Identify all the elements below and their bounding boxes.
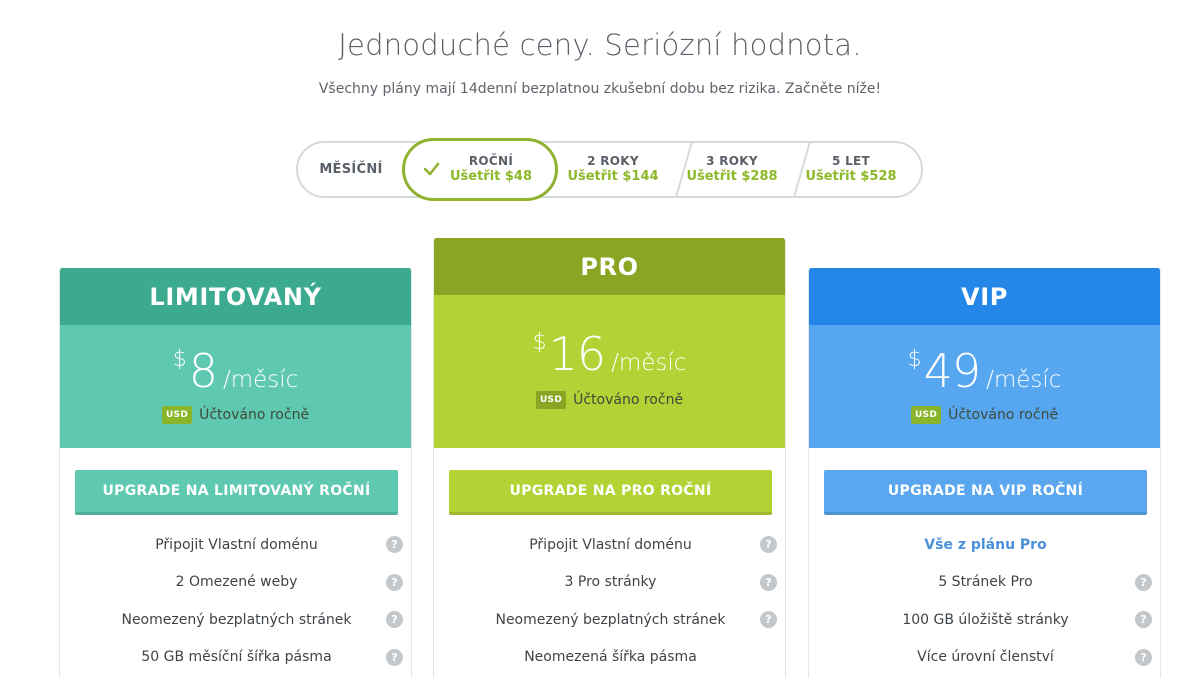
feature-text: Neomezený bezplatných stránek — [121, 611, 352, 628]
price-period: /měsíc — [986, 367, 1062, 393]
feature-text: 3 Pro stránky — [564, 574, 657, 591]
help-icon[interactable]: ? — [1135, 611, 1152, 628]
plan-price-box: $ 16 /měsíc USD Účtováno ročně — [434, 295, 785, 448]
price-period: /měsíc — [611, 350, 687, 376]
billing-option-saving: Ušetřit $48 — [449, 169, 533, 184]
billing-frequency: Účtováno ročně — [199, 407, 310, 423]
feature-text: Připojit Vlastní doménu — [529, 536, 692, 553]
price-period: /měsíc — [222, 367, 299, 393]
feature-item: 2 Omezené weby ? — [60, 564, 411, 602]
help-icon[interactable]: ? — [386, 536, 403, 553]
feature-item: Více úrovní členství ? — [809, 639, 1160, 677]
help-icon[interactable]: ? — [386, 573, 403, 591]
feature-item: Připojit Vlastní doménu ? — [434, 526, 785, 564]
plan-price: $ 49 /měsíc — [809, 341, 1160, 401]
feature-text: 5 Stránek Pro — [938, 574, 1033, 591]
plan-name: LIMITOVANÝ — [60, 268, 411, 325]
feature-text: 2 Omezené weby — [175, 574, 298, 591]
feature-text: 100 GB úložiště stránky — [902, 611, 1069, 628]
plan-name: VIP — [809, 268, 1160, 325]
help-icon[interactable]: ? — [1135, 648, 1152, 666]
billing-note: USD Účtováno ročně — [809, 406, 1160, 424]
feature-item: 5 Stránek Pro ? — [809, 564, 1160, 602]
billing-frequency: Účtováno ročně — [948, 407, 1059, 423]
currency-badge: USD — [910, 406, 942, 424]
feature-text: 50 GB měsíční šířka pásma — [141, 649, 332, 666]
billing-option-saving: Ušetřit $288 — [686, 169, 778, 184]
currency-badge: USD — [535, 391, 567, 409]
page-subtitle: Všechny plány mají 14denní bezplatnou zk… — [318, 81, 882, 97]
upgrade-vip-button[interactable]: UPGRADE NA VIP ROČNÍ — [824, 470, 1147, 515]
feature-list: Připojit Vlastní doménu ? 3 Pro stránky … — [434, 526, 785, 677]
billing-option-saving: Ušetřit $528 — [805, 169, 897, 184]
feature-text: Více úrovní členství — [917, 649, 1054, 666]
feature-item: Připojit Vlastní doménu ? — [60, 526, 411, 564]
help-icon[interactable]: ? — [386, 611, 403, 628]
currency-symbol: $ — [172, 347, 187, 372]
billing-note: USD Účtováno ročně — [434, 391, 785, 409]
billing-period-toggle: MĚSÍČNÍ 2 ROKY Ušetřit $144 3 ROKY Ušetř… — [296, 138, 923, 201]
price-amount: 8 — [188, 344, 218, 398]
plan-price-box: $ 8 /měsíc USD Účtováno ročně — [60, 325, 411, 448]
billing-option-saving: Ušetřit $144 — [567, 169, 659, 184]
upgrade-limited-button[interactable]: UPGRADE NA LIMITOVANÝ ROČNÍ — [75, 470, 398, 515]
pricing-page: Jednoduché ceny. Seriózní hodnota. Všech… — [0, 0, 1200, 678]
currency-symbol: $ — [532, 330, 547, 355]
billing-option-label: 3 ROKY — [706, 154, 758, 168]
plan-card-pro: PRO $ 16 /měsíc USD Účtováno ročně UPGRA… — [433, 238, 786, 678]
billing-option-yearly-selected[interactable]: ROČNÍ Ušetřit $48 — [402, 138, 558, 201]
feature-text: Připojit Vlastní doménu — [155, 536, 318, 553]
help-icon[interactable]: ? — [760, 611, 777, 628]
check-icon — [423, 162, 440, 176]
help-icon[interactable]: ? — [760, 536, 777, 553]
page-title: Jednoduché ceny. Seriózní hodnota. — [338, 28, 862, 62]
billing-note: USD Účtováno ročně — [60, 406, 411, 424]
feature-text: Neomezená šířka pásma — [524, 649, 697, 666]
currency-badge: USD — [161, 406, 193, 424]
plan-name: PRO — [434, 238, 785, 295]
plan-price-box: $ 49 /měsíc USD Účtováno ročně — [809, 325, 1160, 448]
feature-list: Připojit Vlastní doménu ? 2 Omezené weby… — [60, 526, 411, 677]
upgrade-pro-button[interactable]: UPGRADE NA PRO ROČNÍ — [449, 470, 772, 515]
plan-price: $ 8 /měsíc — [60, 341, 411, 401]
feature-item: Neomezená šířka pásma — [434, 639, 785, 677]
billing-option-label: 2 ROKY — [587, 154, 639, 168]
feature-item: 3 Pro stránky ? — [434, 564, 785, 602]
help-icon[interactable]: ? — [386, 648, 403, 666]
feature-text: Neomezený bezplatných stránek — [495, 611, 726, 628]
help-icon[interactable]: ? — [1135, 573, 1152, 591]
billing-option-2-years[interactable]: 2 ROKY Ušetřit $144 — [554, 143, 672, 196]
price-amount: 49 — [923, 344, 982, 398]
plan-card-vip: VIP $ 49 /měsíc USD Účtováno ročně UPGRA… — [808, 268, 1161, 678]
plan-card-limited: LIMITOVANÝ $ 8 /měsíc USD Účtováno ročně… — [59, 268, 412, 678]
price-amount: 16 — [548, 327, 607, 381]
billing-option-monthly[interactable]: MĚSÍČNÍ — [298, 143, 404, 196]
feature-link-all-pro[interactable]: Vše z plánu Pro — [809, 526, 1160, 564]
help-icon[interactable]: ? — [760, 573, 777, 591]
billing-option-5-years[interactable]: 5 LET Ušetřit $528 — [792, 143, 910, 196]
feature-item: 50 GB měsíční šířka pásma ? — [60, 639, 411, 677]
feature-list: Vše z plánu Pro 5 Stránek Pro ? 100 GB ú… — [809, 526, 1160, 677]
billing-option-label: 5 LET — [831, 154, 871, 168]
billing-option-3-years[interactable]: 3 ROKY Ušetřit $288 — [673, 143, 791, 196]
feature-item: Neomezený bezplatných stránek ? — [434, 601, 785, 639]
feature-text[interactable]: Vše z plánu Pro — [924, 537, 1046, 553]
billing-option-label: MĚSÍČNÍ — [319, 162, 383, 177]
billing-option-label: ROČNÍ — [468, 154, 514, 168]
billing-frequency: Účtováno ročně — [573, 392, 684, 408]
plan-price: $ 16 /měsíc — [434, 324, 785, 384]
feature-item: Neomezený bezplatných stránek ? — [60, 601, 411, 639]
feature-item: 100 GB úložiště stránky ? — [809, 601, 1160, 639]
currency-symbol: $ — [907, 347, 922, 372]
